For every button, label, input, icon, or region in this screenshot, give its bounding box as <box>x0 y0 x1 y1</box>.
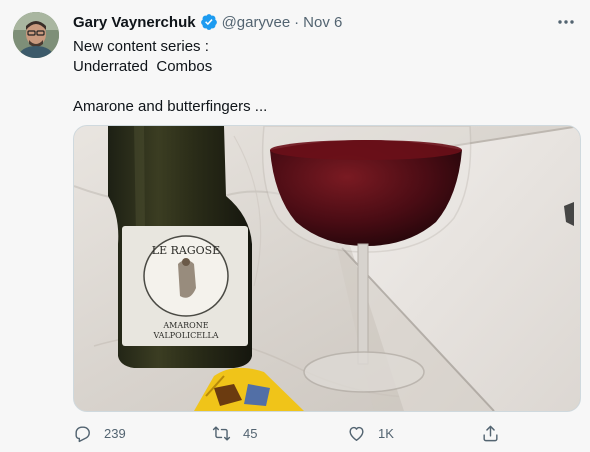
author-handle[interactable]: @garyvee <box>222 14 291 31</box>
share-button[interactable] <box>481 420 512 446</box>
share-icon <box>483 425 498 441</box>
separator-dot: · <box>294 13 300 31</box>
retweet-button[interactable]: 45 <box>212 420 257 446</box>
reply-button[interactable]: 239 <box>73 420 126 446</box>
avatar-image <box>13 12 59 58</box>
more-options-icon[interactable] <box>556 14 576 30</box>
tweet-header: Gary Vaynerchuk @garyvee · Nov 6 <box>73 12 342 32</box>
tweet-text: New content series : Underrated Combos A… <box>73 38 268 115</box>
like-button[interactable]: 1K <box>347 420 394 446</box>
svg-text:AMARONE: AMARONE <box>162 321 208 330</box>
retweet-icon <box>212 425 231 441</box>
wine-photo: LE RAGOSE AMARONE VALPOLICELLA <box>74 126 580 411</box>
tweet-date[interactable]: Nov 6 <box>303 14 342 31</box>
like-icon <box>349 426 364 441</box>
tweet-actions: 239 45 1K <box>73 420 573 446</box>
bottle-label-top: LE RAGOSE <box>152 244 220 257</box>
tweet-photo[interactable]: LE RAGOSE AMARONE VALPOLICELLA <box>73 125 581 412</box>
author-name[interactable]: Gary Vaynerchuk <box>73 14 196 31</box>
avatar[interactable] <box>13 12 59 58</box>
reply-icon <box>75 425 90 442</box>
retweet-count: 45 <box>243 425 258 441</box>
verified-badge-icon <box>200 13 218 31</box>
tweet-card[interactable]: Gary Vaynerchuk @garyvee · Nov 6 New con… <box>0 0 590 452</box>
like-count: 1K <box>378 425 394 441</box>
reply-count: 239 <box>104 425 126 441</box>
svg-text:VALPOLICELLA: VALPOLICELLA <box>152 331 218 340</box>
